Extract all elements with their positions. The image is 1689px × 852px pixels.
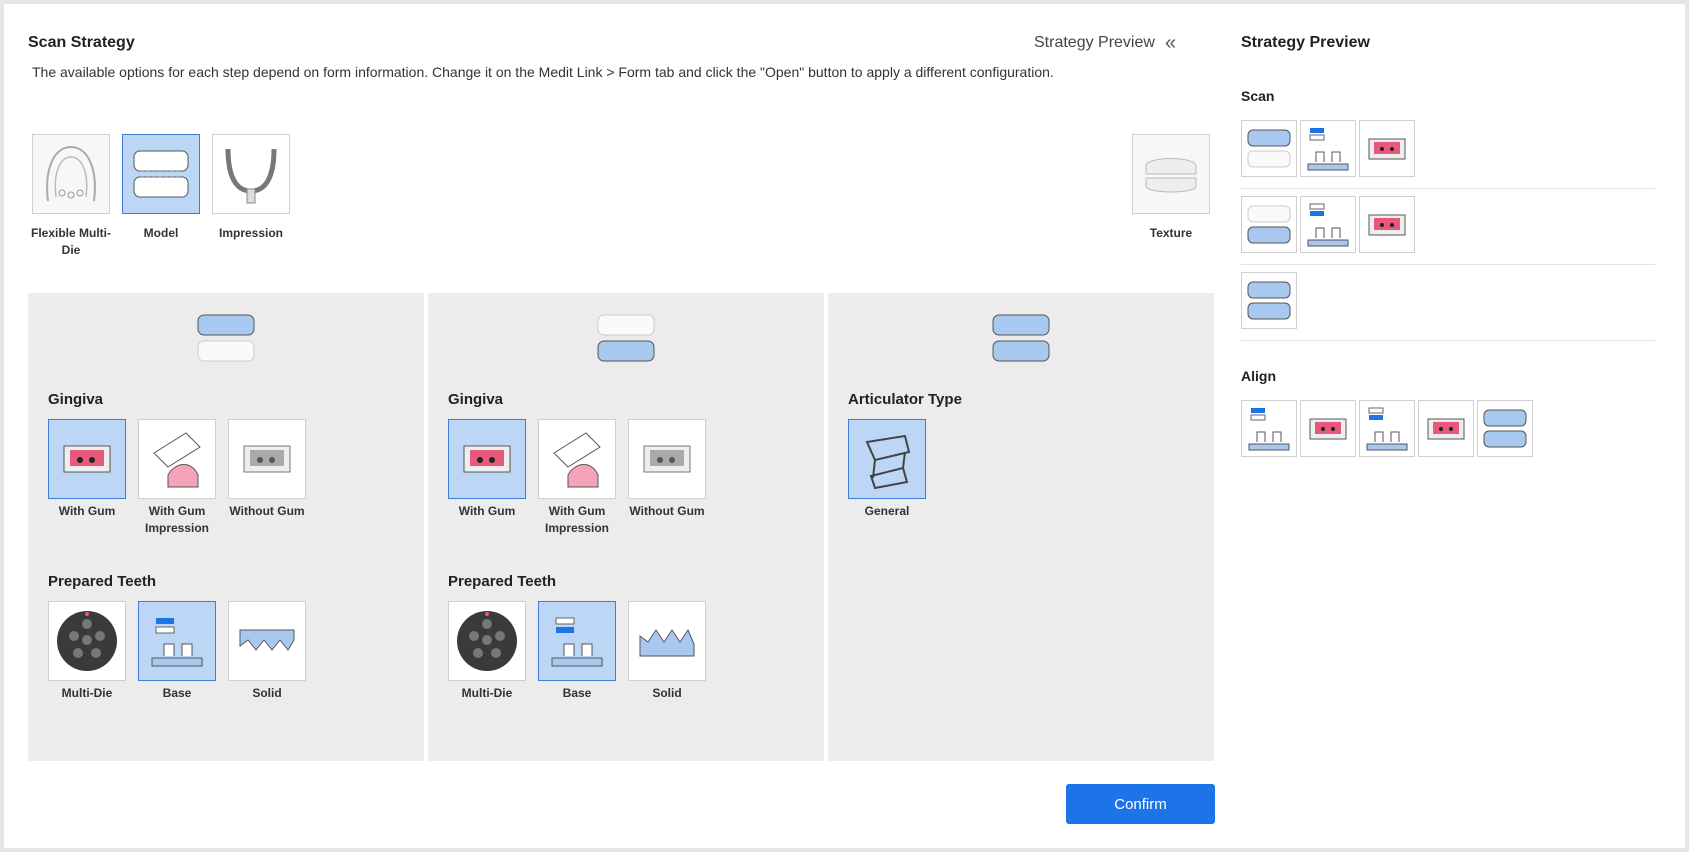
gingiva-title: Gingiva xyxy=(448,391,504,408)
prepared-label: Base xyxy=(162,686,192,700)
align-step-base-lower xyxy=(1359,400,1415,457)
prepared-solid[interactable] xyxy=(228,601,306,681)
gingiva-without-gum[interactable] xyxy=(228,419,306,499)
multi-die-plate-icon xyxy=(57,611,117,671)
gum-thumb-icon xyxy=(1368,214,1406,235)
arch-icon xyxy=(46,145,96,202)
prepared-label: Multi-Die xyxy=(61,686,113,700)
scan-section-title: Scan xyxy=(1241,88,1275,104)
align-step-gum-lower xyxy=(1418,400,1474,457)
double-chevron-left-icon[interactable]: « xyxy=(1165,33,1176,53)
with-gum-icon xyxy=(63,445,111,473)
multi-die-plate-icon xyxy=(457,611,517,671)
prepared-multi-die[interactable] xyxy=(448,601,526,681)
occlusion-jaw-icon xyxy=(992,314,1050,362)
lower-jaw-thumb-icon xyxy=(1247,205,1291,243)
gum-thumb-icon xyxy=(1427,418,1465,439)
mode-label: Flexible Multi-Die xyxy=(30,226,111,257)
prepared-teeth-title: Prepared Teeth xyxy=(48,573,157,590)
mode-label: Model xyxy=(143,226,179,240)
articulator-general[interactable] xyxy=(848,419,926,499)
gingiva-with-gum[interactable] xyxy=(448,419,526,499)
occlusion-thumb-icon xyxy=(1483,409,1527,447)
with-gum-icon xyxy=(463,445,511,473)
articulator-label: General xyxy=(864,504,910,518)
lower-jaw-panel: Gingiva With Gum With Gum Impression Wit… xyxy=(428,293,824,761)
mode-flexible-multi-die[interactable] xyxy=(32,134,110,214)
gingiva-with-gum[interactable] xyxy=(48,419,126,499)
upper-jaw-thumb-icon xyxy=(1247,129,1291,167)
align-section-title: Align xyxy=(1241,368,1276,384)
scan-step-gum xyxy=(1359,120,1415,177)
gum-impression-icon xyxy=(153,432,201,488)
scan-step-base xyxy=(1300,196,1356,253)
scan-step-gum xyxy=(1359,196,1415,253)
texture-jaw-icon xyxy=(1145,158,1197,193)
gingiva-label: With Gum Impression xyxy=(144,504,210,535)
gum-thumb-icon xyxy=(1368,138,1406,159)
texture-toggle[interactable] xyxy=(1132,134,1210,214)
scan-step-lower-jaw xyxy=(1241,196,1297,253)
divider xyxy=(1241,188,1655,189)
prepared-base[interactable] xyxy=(538,601,616,681)
mode-label: Impression xyxy=(218,226,284,240)
description-text: The available options for each step depe… xyxy=(32,64,1054,80)
prepared-teeth-title: Prepared Teeth xyxy=(448,573,557,590)
gingiva-label: With Gum Impression xyxy=(544,504,610,535)
base-thumb-icon xyxy=(1248,407,1290,450)
impression-tray-icon xyxy=(225,148,277,204)
base-icon xyxy=(551,617,603,667)
strategy-preview-link-label: Strategy Preview xyxy=(1034,34,1155,51)
gingiva-without-gum[interactable] xyxy=(628,419,706,499)
gingiva-label: Without Gum xyxy=(229,504,305,518)
mode-impression[interactable] xyxy=(212,134,290,214)
articulator-type-title: Articulator Type xyxy=(848,391,962,408)
upper-jaw-panel: Gingiva With Gum With Gum Impression Wit… xyxy=(28,293,424,761)
align-step-occlusion xyxy=(1477,400,1533,457)
scan-step-occlusion xyxy=(1241,272,1297,329)
prepared-label: Solid xyxy=(652,686,682,700)
prepared-solid[interactable] xyxy=(628,601,706,681)
scan-strategy-dialog: Scan Strategy The available options for … xyxy=(4,4,1685,848)
scan-step-upper-jaw xyxy=(1241,120,1297,177)
occlusion-panel: Articulator Type General xyxy=(828,293,1214,761)
base-icon xyxy=(151,618,203,667)
prepared-base[interactable] xyxy=(138,601,216,681)
prepared-label: Multi-Die xyxy=(461,686,513,700)
base-thumb-icon xyxy=(1307,127,1349,170)
align-step-gum-upper xyxy=(1300,400,1356,457)
occlusion-thumb-icon xyxy=(1247,281,1291,319)
without-gum-icon xyxy=(643,445,691,473)
texture-label: Texture xyxy=(1149,226,1193,240)
lower-jaw-icon xyxy=(597,314,655,362)
gingiva-label: With Gum xyxy=(458,504,516,518)
articulator-icon xyxy=(865,434,911,490)
upper-jaw-icon xyxy=(197,314,255,362)
without-gum-icon xyxy=(243,445,291,473)
divider xyxy=(1241,340,1655,341)
gingiva-label: Without Gum xyxy=(629,504,705,518)
strategy-preview-toggle[interactable]: Strategy Preview « xyxy=(1034,33,1176,53)
align-step-base-upper xyxy=(1241,400,1297,457)
prepared-multi-die[interactable] xyxy=(48,601,126,681)
gingiva-title: Gingiva xyxy=(48,391,104,408)
gum-impression-icon xyxy=(553,432,601,488)
model-jaw-icon xyxy=(133,150,189,198)
divider xyxy=(1241,264,1655,265)
prepared-label: Solid xyxy=(252,686,282,700)
confirm-button[interactable]: Confirm xyxy=(1066,784,1215,824)
solid-model-icon xyxy=(239,629,295,651)
mode-model[interactable] xyxy=(122,134,200,214)
gum-thumb-icon xyxy=(1309,418,1347,439)
gingiva-with-gum-impression[interactable] xyxy=(538,419,616,499)
prepared-label: Base xyxy=(562,686,592,700)
base-thumb-icon xyxy=(1366,407,1408,450)
page-title: Scan Strategy xyxy=(28,34,135,51)
strategy-preview-title: Strategy Preview xyxy=(1241,34,1370,51)
scan-step-base xyxy=(1300,120,1356,177)
gingiva-label: With Gum xyxy=(58,504,116,518)
gingiva-with-gum-impression[interactable] xyxy=(138,419,216,499)
base-thumb-icon xyxy=(1307,203,1349,246)
solid-model-icon xyxy=(639,628,695,657)
